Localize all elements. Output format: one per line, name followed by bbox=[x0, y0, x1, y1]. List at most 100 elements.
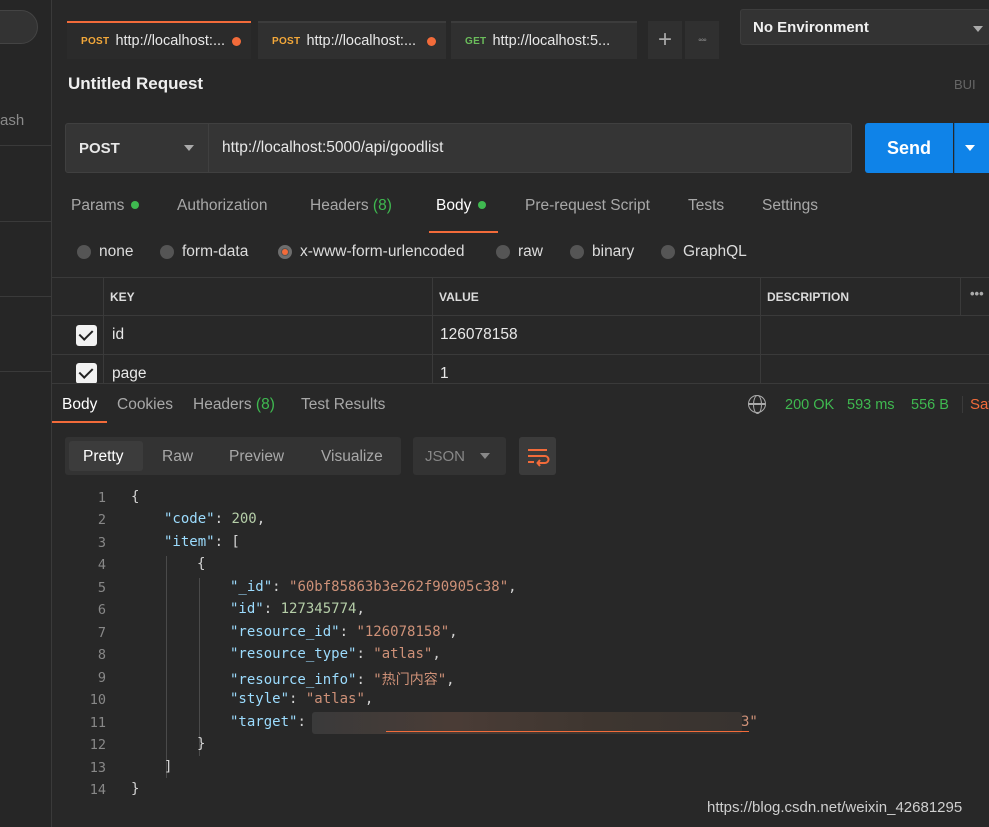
tab-url: http://localhost:5... bbox=[492, 33, 611, 49]
tab-label: Body bbox=[436, 197, 472, 214]
more-tabs-icon[interactable]: ◦◦◦ bbox=[685, 21, 719, 59]
method-label: POST bbox=[79, 139, 120, 157]
radio-icon bbox=[570, 245, 584, 259]
radio-icon bbox=[160, 245, 174, 259]
code-line: "id": 127345774, bbox=[230, 601, 365, 617]
radio-label: none bbox=[99, 243, 134, 260]
active-tab-indicator bbox=[429, 231, 498, 233]
tab-params[interactable]: Params bbox=[71, 197, 140, 215]
code-line: { bbox=[131, 489, 140, 505]
sidebar-divider bbox=[0, 221, 52, 222]
tab-url: http://localhost:... bbox=[115, 33, 226, 49]
view-pretty-button[interactable]: Pretty bbox=[83, 448, 123, 466]
row-key[interactable]: id bbox=[112, 326, 124, 344]
radio-selected-icon bbox=[278, 245, 292, 259]
sidebar-divider bbox=[0, 371, 52, 372]
request-title[interactable]: Untitled Request bbox=[68, 74, 203, 94]
code-line: ] bbox=[164, 759, 173, 775]
column-header-value: VALUE bbox=[439, 290, 479, 304]
tab-headers[interactable]: Headers (8) bbox=[310, 197, 392, 215]
code-line: "code": 200, bbox=[164, 511, 266, 527]
line-number: 7 bbox=[97, 625, 106, 641]
tab-authorization[interactable]: Authorization bbox=[177, 197, 267, 215]
response-size: 556 B bbox=[911, 397, 949, 413]
tab-label: Headers bbox=[310, 197, 369, 214]
indent-guide bbox=[166, 556, 167, 778]
code-line: } bbox=[197, 736, 206, 752]
row-value[interactable]: 1 bbox=[440, 365, 449, 383]
column-header-description: DESCRIPTION bbox=[767, 290, 850, 304]
code-line: "item": [ bbox=[164, 534, 240, 550]
send-options-button[interactable] bbox=[954, 123, 989, 173]
request-tab-2[interactable]: POST http://localhost:... bbox=[258, 21, 446, 59]
code-line: "style": "atlas", bbox=[230, 691, 374, 707]
redaction-underline bbox=[386, 731, 749, 732]
response-tab-cookies[interactable]: Cookies bbox=[117, 396, 173, 414]
radio-none[interactable]: none bbox=[77, 243, 133, 261]
radio-graphql[interactable]: GraphQL bbox=[661, 243, 747, 261]
table-more-icon[interactable]: ••• bbox=[970, 286, 984, 301]
send-button[interactable]: Send bbox=[865, 123, 953, 173]
add-tab-icon[interactable]: + bbox=[648, 21, 682, 59]
format-label: JSON bbox=[425, 447, 466, 465]
save-response-button[interactable]: Sav bbox=[962, 396, 989, 413]
environment-label: No Environment bbox=[753, 19, 869, 36]
tab-method: POST bbox=[81, 35, 110, 47]
tab-settings[interactable]: Settings bbox=[762, 197, 818, 215]
tab-label: Params bbox=[71, 197, 125, 214]
sidebar-divider bbox=[0, 296, 52, 297]
tab-prerequest-script[interactable]: Pre-request Script bbox=[525, 197, 650, 215]
response-tab-body[interactable]: Body bbox=[62, 396, 97, 414]
tab-label: Headers bbox=[193, 396, 252, 413]
wrap-lines-icon[interactable] bbox=[519, 437, 556, 475]
status-code: 200 OK bbox=[785, 397, 835, 413]
view-preview-button[interactable]: Preview bbox=[229, 448, 284, 466]
table-divider bbox=[960, 278, 961, 315]
radio-x-www-form-urlencoded[interactable]: x-www-form-urlencoded bbox=[278, 243, 465, 261]
code-line: "resource_info": "热门内容", bbox=[230, 672, 455, 688]
radio-binary[interactable]: binary bbox=[570, 243, 634, 261]
view-raw-button[interactable]: Raw bbox=[162, 448, 193, 466]
radio-icon bbox=[661, 245, 675, 259]
tab-body[interactable]: Body bbox=[436, 197, 487, 215]
build-button[interactable]: BUI bbox=[954, 77, 976, 92]
radio-label: form-data bbox=[182, 243, 249, 260]
headers-count: (8) bbox=[372, 197, 392, 214]
row-checkbox[interactable] bbox=[76, 363, 97, 384]
globe-icon[interactable] bbox=[748, 395, 766, 414]
sidebar: ash bbox=[0, 0, 52, 827]
code-line: "target": bbox=[230, 714, 306, 730]
line-number: 11 bbox=[89, 715, 106, 731]
line-number: 9 bbox=[97, 670, 106, 686]
method-select[interactable]: POST bbox=[65, 123, 209, 173]
status-dot-icon bbox=[131, 201, 140, 209]
response-tab-headers[interactable]: Headers (8) bbox=[193, 396, 275, 414]
sidebar-search-pill[interactable] bbox=[0, 10, 38, 44]
chevron-down-icon bbox=[184, 145, 194, 151]
table-divider bbox=[432, 278, 433, 383]
format-select[interactable]: JSON bbox=[413, 437, 506, 475]
table-divider bbox=[103, 278, 104, 383]
view-visualize-button[interactable]: Visualize bbox=[321, 448, 383, 466]
line-number: 1 bbox=[97, 490, 106, 506]
column-header-key: KEY bbox=[110, 290, 135, 304]
response-tab-test-results[interactable]: Test Results bbox=[301, 396, 385, 414]
url-input[interactable]: http://localhost:5000/api/goodlist bbox=[209, 123, 852, 173]
tab-tests[interactable]: Tests bbox=[688, 197, 724, 215]
row-checkbox[interactable] bbox=[76, 325, 97, 346]
chevron-down-icon bbox=[480, 453, 490, 459]
row-key[interactable]: page bbox=[112, 365, 146, 383]
request-tab-3[interactable]: GET http://localhost:5... bbox=[451, 21, 637, 59]
headers-count: (8) bbox=[255, 396, 275, 413]
row-value[interactable]: 126078158 bbox=[440, 326, 518, 344]
tab-method: GET bbox=[465, 35, 487, 47]
sidebar-item-fragment[interactable]: ash bbox=[0, 112, 24, 129]
radio-raw[interactable]: raw bbox=[496, 243, 543, 261]
indent-guide bbox=[199, 578, 200, 756]
radio-form-data[interactable]: form-data bbox=[160, 243, 248, 261]
status-dot-icon bbox=[478, 201, 487, 209]
request-tab-1[interactable]: POST http://localhost:... bbox=[67, 21, 251, 59]
code-line: "_id": "60bf85863b3e262f90905c38", bbox=[230, 579, 517, 595]
line-number: 10 bbox=[89, 692, 106, 708]
environment-select[interactable]: No Environment bbox=[740, 9, 989, 45]
